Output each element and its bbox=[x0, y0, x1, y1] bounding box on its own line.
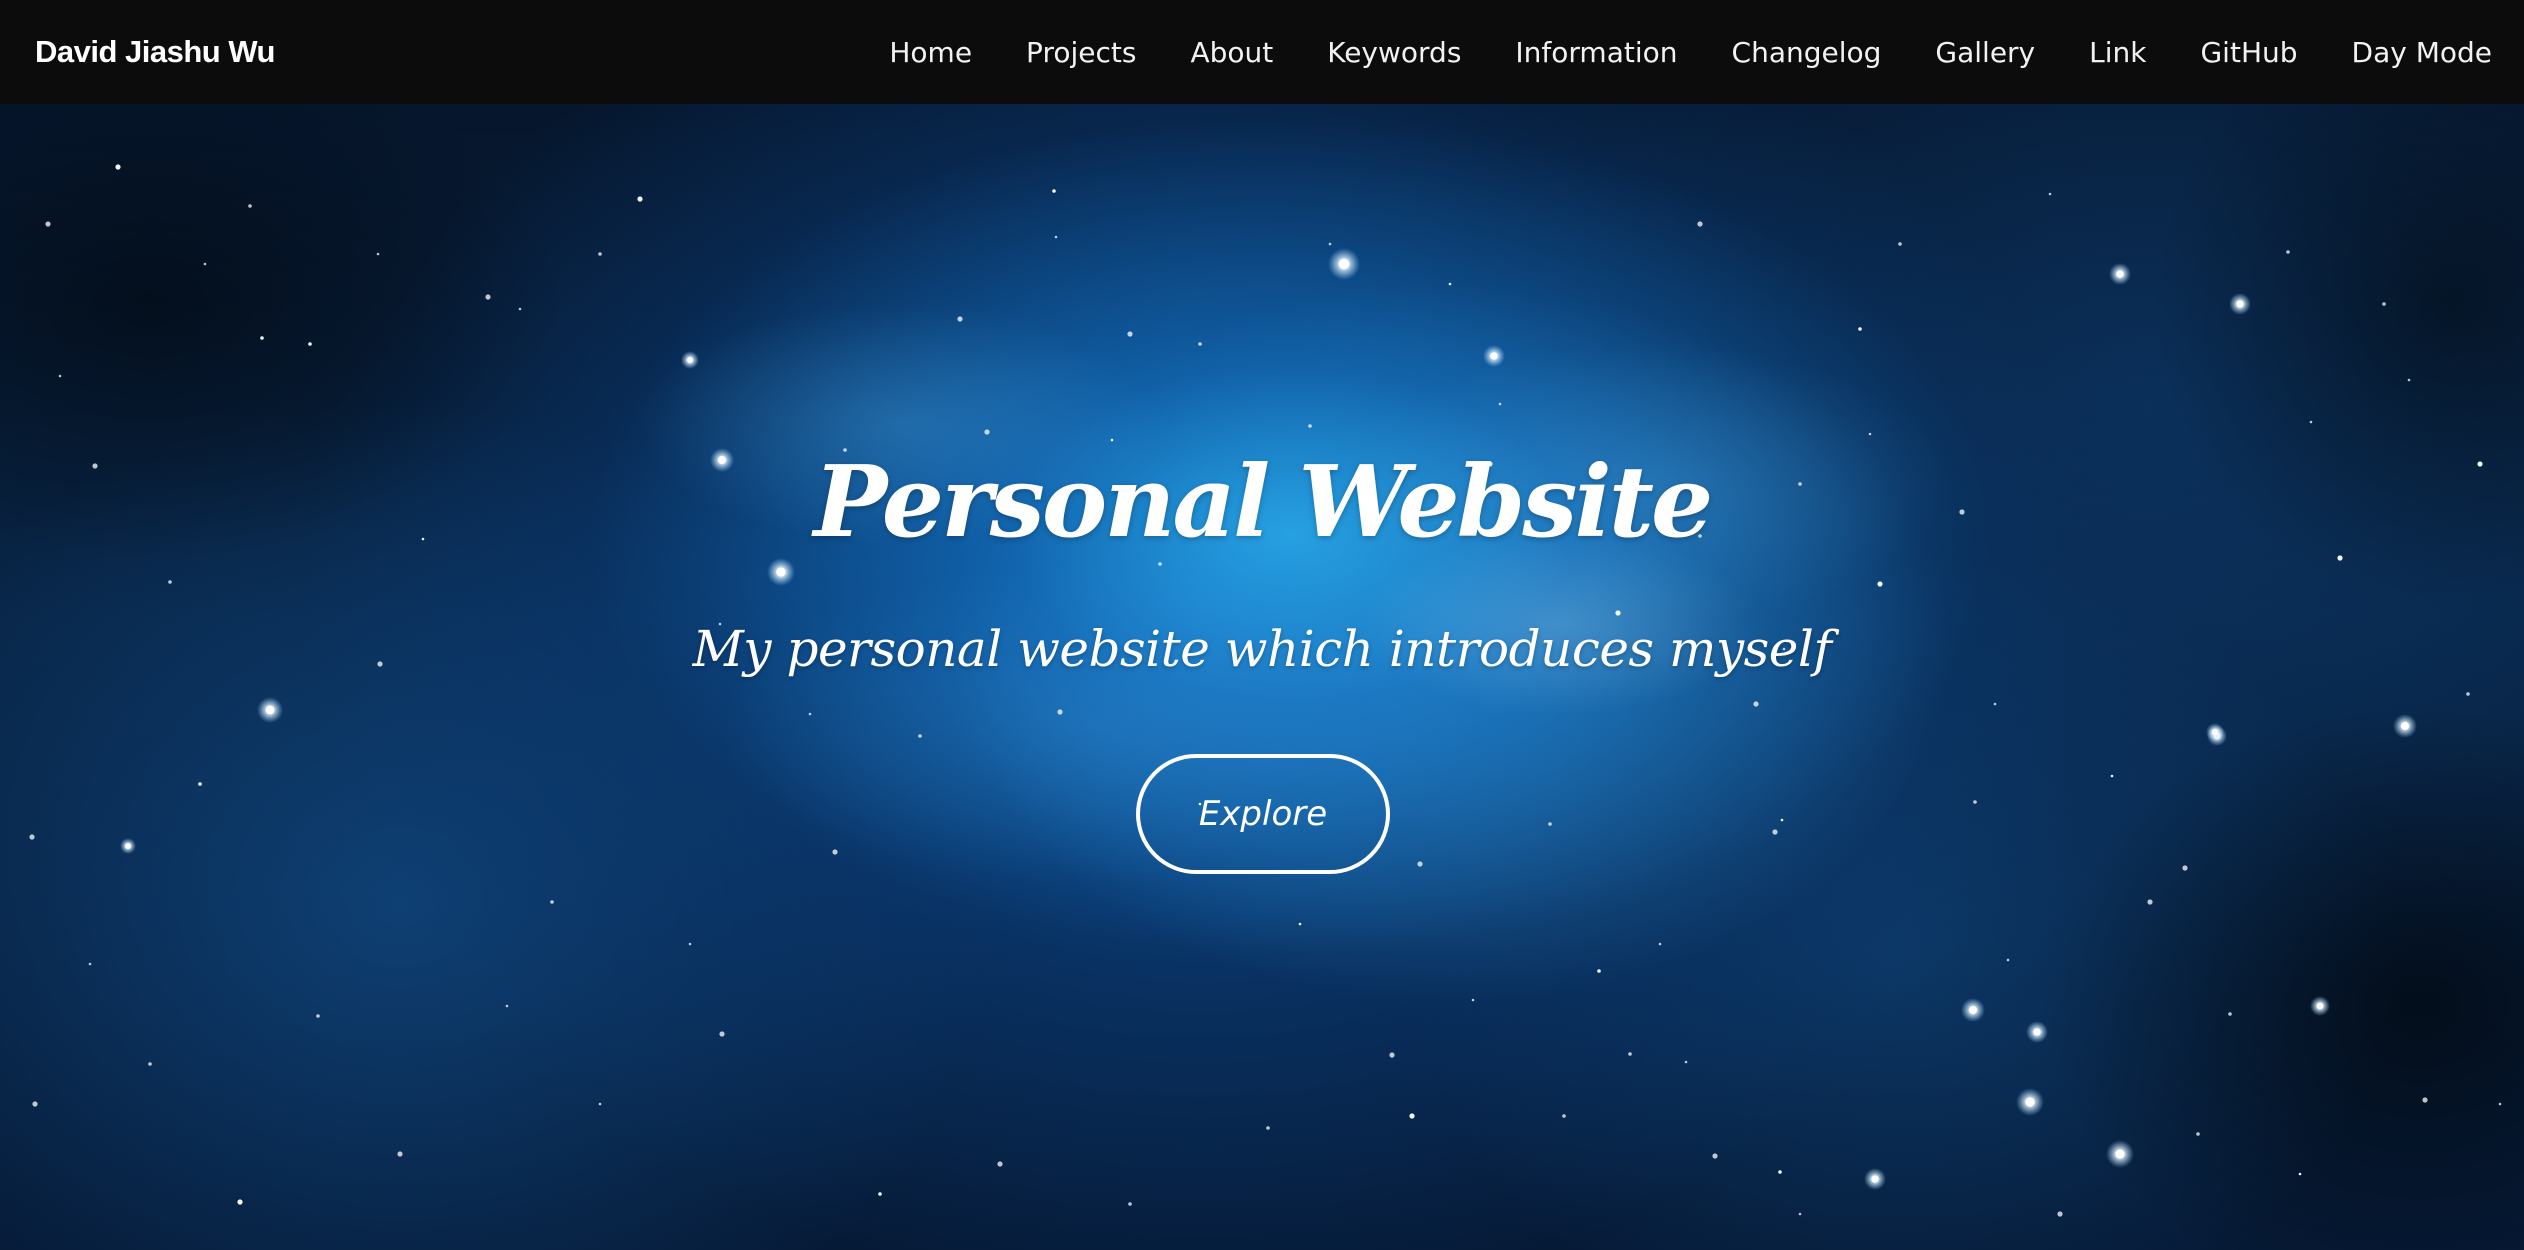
nav-item-day-mode[interactable]: Day Mode bbox=[2352, 36, 2492, 69]
nav-item-gallery[interactable]: Gallery bbox=[1935, 36, 2035, 69]
nav-item-changelog[interactable]: Changelog bbox=[1732, 36, 1882, 69]
nav-item-about[interactable]: About bbox=[1190, 36, 1273, 69]
navbar: David Jiashu Wu Home Projects About Keyw… bbox=[0, 0, 2524, 104]
nav-menu: Home Projects About Keywords Information… bbox=[889, 36, 2492, 69]
nav-item-projects[interactable]: Projects bbox=[1026, 36, 1136, 69]
hero-content: Personal Website My personal website whi… bbox=[0, 104, 2524, 1250]
brand-link[interactable]: David Jiashu Wu bbox=[35, 34, 276, 70]
hero-title: Personal Website bbox=[813, 445, 1714, 560]
nav-item-link[interactable]: Link bbox=[2089, 36, 2146, 69]
hero-subtitle: My personal website which introduces mys… bbox=[692, 620, 1832, 678]
page: David Jiashu Wu Home Projects About Keyw… bbox=[0, 0, 2524, 1250]
nav-item-github[interactable]: GitHub bbox=[2200, 36, 2297, 69]
explore-button[interactable]: Explore bbox=[1136, 754, 1390, 874]
hero-section: Personal Website My personal website whi… bbox=[0, 104, 2524, 1250]
nav-item-keywords[interactable]: Keywords bbox=[1327, 36, 1461, 69]
nav-item-information[interactable]: Information bbox=[1515, 36, 1677, 69]
nav-item-home[interactable]: Home bbox=[889, 36, 972, 69]
